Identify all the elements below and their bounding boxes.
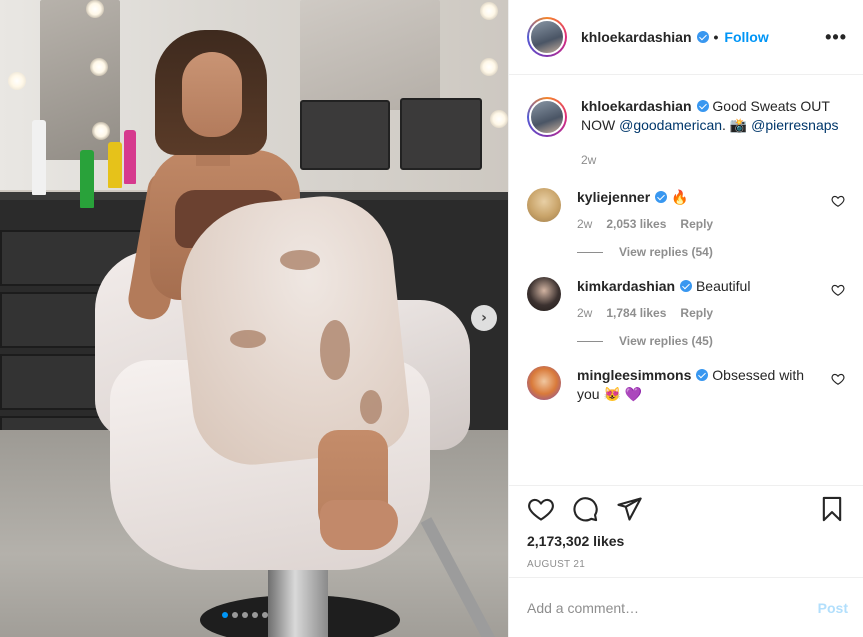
comment-item: kimkardashian Beautiful 2w 1,784 likes Rep… — [527, 277, 845, 320]
person-foot — [320, 500, 398, 550]
tie-dye-spot — [320, 320, 350, 380]
vanity-bulb — [490, 110, 508, 128]
caption-username[interactable]: khloekardashian — [581, 98, 692, 114]
comment-likes[interactable]: 2,053 likes — [606, 217, 666, 231]
reply-button[interactable]: Reply — [680, 217, 713, 231]
carousel-indicator — [222, 612, 268, 618]
vanity-bulb — [480, 2, 498, 20]
comment-item: kyliejenner 🔥 2w 2,053 likes Reply — [527, 188, 845, 231]
separator-dot: • — [713, 29, 719, 45]
comment-item: mingleesimmons Obsessed with you 😻 💜 — [527, 366, 845, 404]
mention-link[interactable]: @goodamerican — [619, 117, 722, 133]
vanity-bulb — [86, 0, 104, 18]
commenter-avatar[interactable] — [527, 188, 561, 222]
commenter-username[interactable]: kimkardashian — [577, 278, 675, 294]
verified-badge-icon — [696, 369, 709, 381]
share-send-icon[interactable] — [615, 495, 643, 523]
like-heart-icon[interactable] — [527, 495, 555, 523]
instagram-post-view: › khloekardashian • Follow ••• khloekard… — [0, 0, 863, 637]
commenter-username[interactable]: kyliejenner — [577, 189, 650, 205]
product-bottle — [124, 130, 136, 184]
comment-like-heart-icon[interactable] — [831, 283, 845, 297]
view-replies-label: View replies (54) — [619, 245, 713, 259]
person-sweatpants — [172, 189, 413, 471]
verified-badge-icon — [696, 31, 709, 43]
comment-time[interactable]: 2w — [577, 217, 592, 231]
replies-divider — [577, 251, 603, 253]
like-count[interactable]: 2,173,302 likes — [527, 533, 846, 549]
tie-dye-spot — [280, 250, 320, 270]
more-options-icon[interactable]: ••• — [825, 27, 847, 48]
author-username[interactable]: khloekardashian — [581, 29, 709, 45]
view-replies-label: View replies (45) — [619, 334, 713, 348]
comment-text: Beautiful — [695, 278, 751, 294]
carousel-dot — [252, 612, 258, 618]
author-avatar[interactable] — [527, 17, 567, 57]
caption-timestamp[interactable]: 2w — [581, 151, 845, 170]
carousel-dot — [242, 612, 248, 618]
vanity-bulb — [90, 58, 108, 76]
tie-dye-spot — [230, 330, 266, 348]
commenter-avatar[interactable] — [527, 366, 561, 400]
replies-divider — [577, 340, 603, 342]
carousel-dot — [232, 612, 238, 618]
comment-time[interactable]: 2w — [577, 306, 592, 320]
comments-scroll-area[interactable]: khloekardashian Good Sweats OUT NOW @goo… — [509, 75, 863, 485]
tie-dye-spot — [360, 390, 382, 424]
commenter-username[interactable]: mingleesimmons — [577, 367, 691, 383]
comment-like-heart-icon[interactable] — [831, 194, 845, 208]
save-bookmark-icon[interactable] — [818, 495, 846, 523]
post-caption: khloekardashian Good Sweats OUT NOW @goo… — [527, 75, 845, 170]
post-date[interactable]: AUGUST 21 — [527, 559, 846, 570]
post-comment-button[interactable]: Post — [818, 600, 848, 616]
product-bottle — [108, 142, 122, 188]
vanity-bulb — [8, 72, 26, 90]
vanity-bulb — [480, 58, 498, 76]
comment-input[interactable] — [527, 599, 818, 616]
reply-button[interactable]: Reply — [680, 306, 713, 320]
add-comment-bar: Post — [509, 577, 863, 637]
next-photo-button[interactable]: › — [471, 305, 497, 331]
mention-link[interactable]: @pierresnaps — [751, 117, 838, 133]
verified-badge-icon — [655, 191, 668, 203]
caption-author-avatar[interactable] — [527, 97, 567, 137]
comment-text: 🔥 — [671, 189, 689, 205]
product-bottle — [32, 120, 46, 195]
makeup-case — [400, 98, 482, 170]
verified-badge-icon — [696, 100, 709, 112]
chair-post — [268, 560, 328, 637]
commenter-avatar[interactable] — [527, 277, 561, 311]
carousel-dot — [222, 612, 228, 618]
post-photo[interactable]: › — [0, 0, 508, 637]
mirror — [300, 0, 440, 110]
product-bottle — [80, 150, 94, 208]
view-replies-button[interactable]: View replies (54) — [577, 245, 845, 259]
comment-like-heart-icon[interactable] — [831, 372, 845, 386]
post-header: khloekardashian • Follow ••• — [509, 0, 863, 75]
person-face — [182, 52, 242, 137]
caption-text: . 📸 — [722, 117, 752, 133]
comment-bubble-icon[interactable] — [571, 495, 599, 523]
comment-likes[interactable]: 1,784 likes — [606, 306, 666, 320]
action-bar — [527, 489, 846, 529]
follow-button[interactable]: Follow — [724, 29, 768, 45]
vanity-bulb — [92, 122, 110, 140]
post-side-panel: khloekardashian • Follow ••• khloekardas… — [508, 0, 863, 637]
makeup-case — [300, 100, 390, 170]
verified-badge-icon — [680, 280, 693, 292]
view-replies-button[interactable]: View replies (45) — [577, 334, 845, 348]
carousel-dot — [262, 612, 268, 618]
post-actions-section: 2,173,302 likes AUGUST 21 — [509, 485, 863, 570]
